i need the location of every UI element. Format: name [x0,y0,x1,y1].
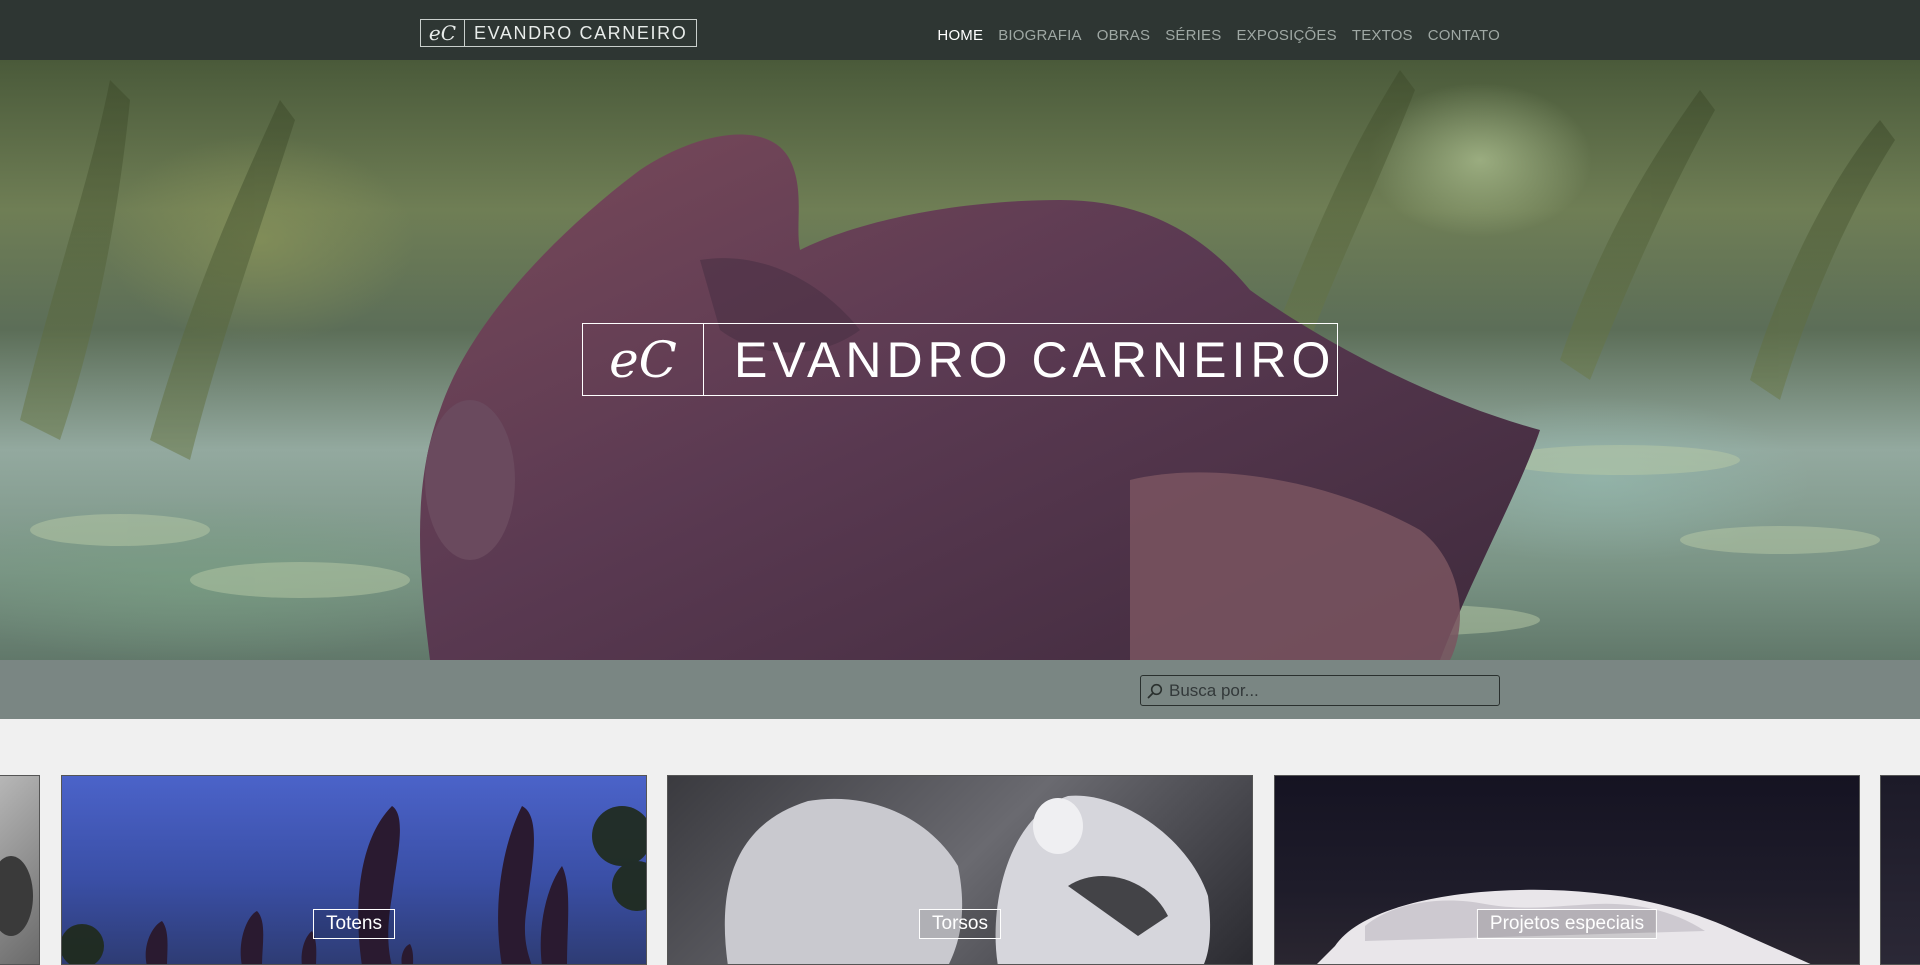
search-box [1140,675,1500,706]
series-carousel: Totens Torsos Projetos especiais [0,719,1920,965]
nav-obras[interactable]: OBRAS [1097,27,1151,44]
search-input[interactable] [1169,680,1489,701]
search-icon [1141,676,1169,705]
top-navbar: eC EVANDRO CARNEIRO HOME BIOGRAFIA OBRAS… [0,0,1920,60]
site-logo-link[interactable]: eC EVANDRO CARNEIRO [420,19,698,47]
series-card-projetos-especiais[interactable]: Projetos especiais [1274,775,1860,965]
nav-biografia[interactable]: BIOGRAFIA [998,27,1081,44]
hero-title: EVANDRO CARNEIRO [734,331,1336,388]
logo-monogram: eC [421,20,465,46]
series-label-torsos: Torsos [919,909,1001,939]
series-card-totens[interactable]: Totens [61,775,647,965]
hero-monogram: eC [583,324,704,395]
nav-contato[interactable]: CONTATO [1428,27,1500,44]
main-nav: HOME BIOGRAFIA OBRAS SÉRIES EXPOSIÇÕES T… [937,27,1500,44]
nav-exposicoes[interactable]: EXPOSIÇÕES [1236,27,1336,44]
carousel-card-partial-right[interactable] [1880,775,1920,965]
nav-home[interactable]: HOME [937,27,983,44]
series-label-projetos-especiais: Projetos especiais [1476,909,1658,939]
hero-banner: eC EVANDRO CARNEIRO [0,60,1920,660]
search-band [0,660,1920,719]
series-card-torsos[interactable]: Torsos [667,775,1253,965]
logo-name: EVANDRO CARNEIRO [474,22,688,43]
nav-series[interactable]: SÉRIES [1165,27,1221,44]
hero-logo: eC EVANDRO CARNEIRO [582,323,1338,396]
nav-textos[interactable]: TEXTOS [1352,27,1413,44]
series-label-totens: Totens [313,909,395,939]
partial-card-image [0,856,33,936]
carousel-card-partial-left[interactable] [0,775,40,965]
